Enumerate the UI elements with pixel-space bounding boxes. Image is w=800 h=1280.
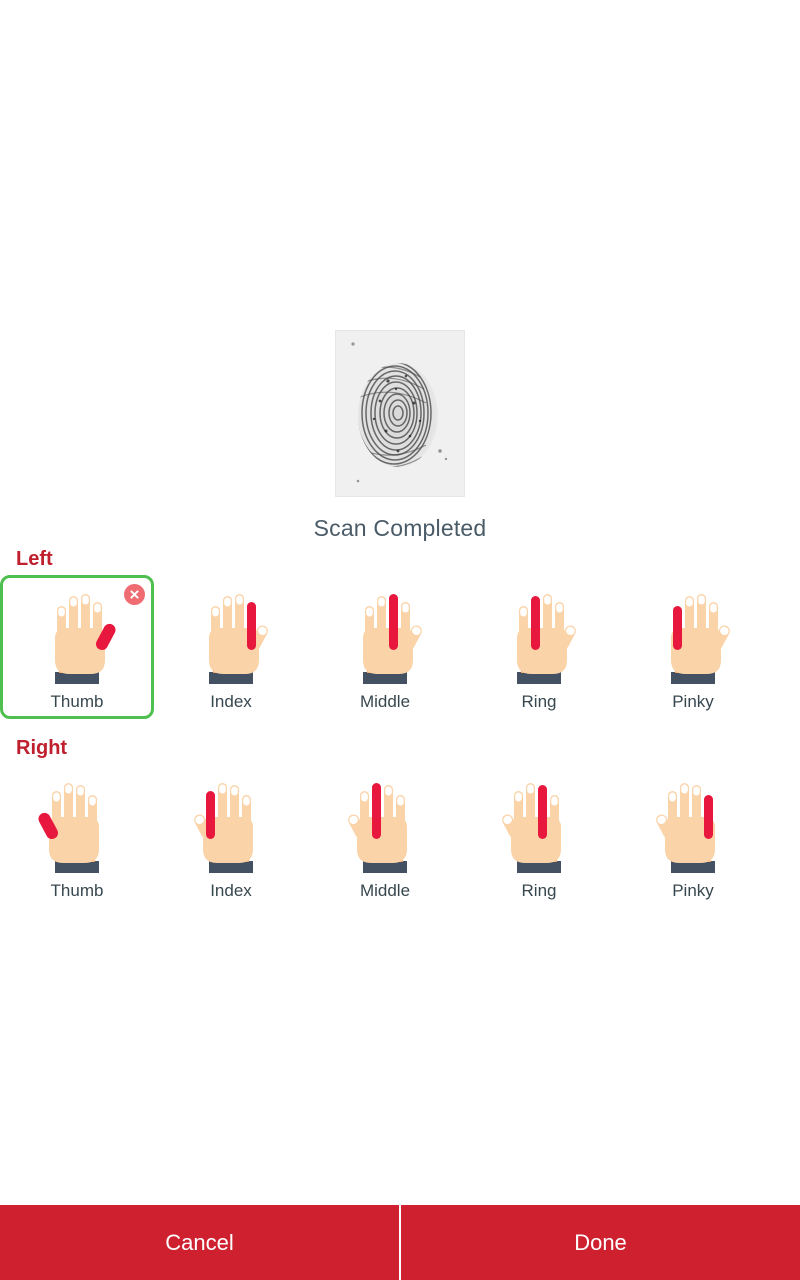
finger-label: Middle [359,881,411,900]
finger-label: Ring [521,692,557,711]
finger-label: Pinky [672,692,714,711]
finger-card-right-pinky[interactable]: Pinky [616,764,770,908]
right-hand-row: Thumb Index Middle Ring Pinky [0,764,800,908]
section-label-right: Right [16,737,68,759]
hand-illustration-right-pinky [645,773,741,877]
finger-label: Middle [359,692,411,711]
hand-selection-area: Left Thumb Index Middle Ring Pinky Right… [0,548,800,908]
done-button[interactable]: Done [401,1205,800,1280]
finger-label: Thumb [50,881,104,900]
hand-illustration-right-middle [337,773,433,877]
hand-illustration-left-index [183,584,279,688]
hand-illustration-left-pinky [645,584,741,688]
finger-card-right-ring[interactable]: Ring [462,764,616,908]
hand-illustration-right-thumb [29,773,125,877]
finger-card-left-ring[interactable]: Ring [462,575,616,719]
hand-illustration-left-ring [491,584,587,688]
remove-scan-icon[interactable] [124,584,145,605]
scan-status-text: Scan Completed [313,515,487,541]
finger-card-right-index[interactable]: Index [154,764,308,908]
finger-card-right-middle[interactable]: Middle [308,764,462,908]
scan-preview-area: Scan Completed [0,330,800,542]
finger-card-left-index[interactable]: Index [154,575,308,719]
finger-card-left-pinky[interactable]: Pinky [616,575,770,719]
finger-card-left-thumb[interactable]: Thumb [0,575,154,719]
cancel-button[interactable]: Cancel [0,1205,399,1280]
left-hand-row: Thumb Index Middle Ring Pinky [0,575,800,719]
fingerprint-scan-image [335,330,465,497]
finger-label: Index [210,881,252,900]
finger-label: Pinky [672,881,714,900]
hand-illustration-right-ring [491,773,587,877]
action-bar: Cancel Done [0,1205,800,1280]
finger-card-left-middle[interactable]: Middle [308,575,462,719]
hand-illustration-right-index [183,773,279,877]
finger-card-right-thumb[interactable]: Thumb [0,764,154,908]
finger-label: Thumb [50,692,104,711]
section-label-left: Left [16,548,53,570]
hand-illustration-left-thumb [29,584,125,688]
hand-illustration-left-middle [337,584,433,688]
finger-label: Ring [521,881,557,900]
finger-label: Index [210,692,252,711]
